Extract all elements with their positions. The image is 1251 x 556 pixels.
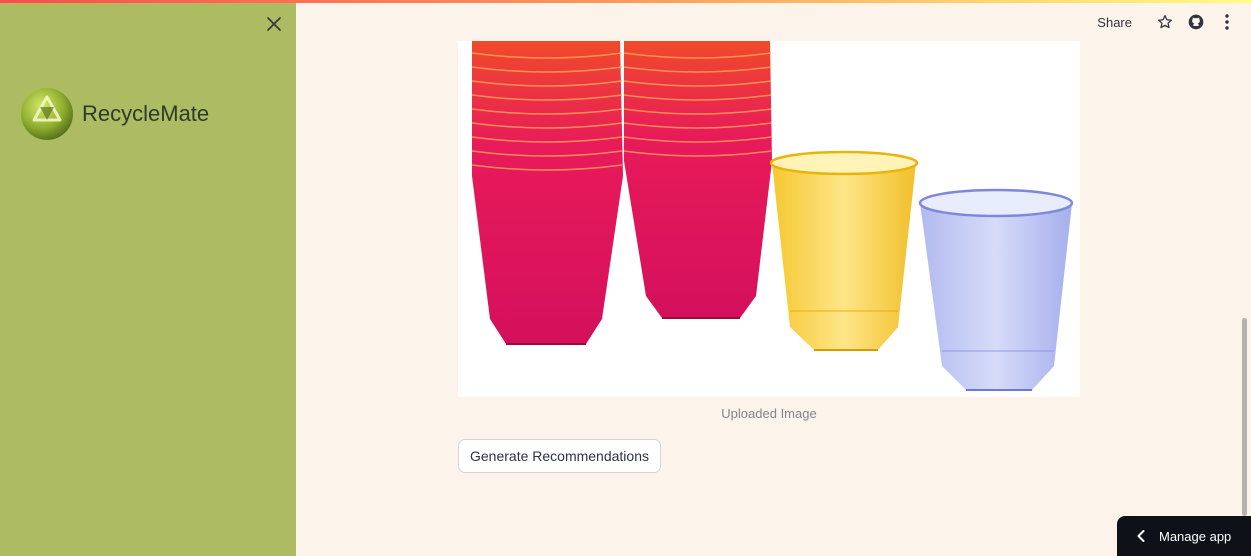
share-button[interactable]: Share	[1097, 15, 1132, 30]
manage-app-button[interactable]: Manage app	[1117, 516, 1251, 556]
sidebar: RecycleMate	[0, 0, 296, 556]
cups-photo	[471, 41, 1074, 391]
more-options-button[interactable]	[1217, 12, 1237, 32]
more-vertical-icon	[1225, 14, 1229, 30]
github-button[interactable]	[1186, 12, 1206, 32]
top-decoration-bar	[0, 0, 1251, 3]
app-name: RecycleMate	[82, 101, 210, 126]
star-icon	[1158, 15, 1172, 29]
uploaded-image	[458, 41, 1080, 397]
close-icon	[267, 17, 281, 31]
sidebar-close-button[interactable]	[262, 12, 286, 36]
recycle-logo-icon	[21, 88, 73, 140]
scrollbar[interactable]	[1242, 318, 1247, 516]
github-icon	[1188, 14, 1204, 30]
star-button[interactable]	[1155, 12, 1175, 32]
image-caption: Uploaded Image	[721, 406, 817, 421]
chevron-left-icon	[1137, 530, 1145, 542]
manage-app-label: Manage app	[1159, 528, 1232, 544]
brand: RecycleMate	[20, 87, 209, 141]
header-actions: Share	[1097, 10, 1237, 34]
generate-recommendations-button[interactable]: Generate Recommendations	[458, 439, 661, 473]
